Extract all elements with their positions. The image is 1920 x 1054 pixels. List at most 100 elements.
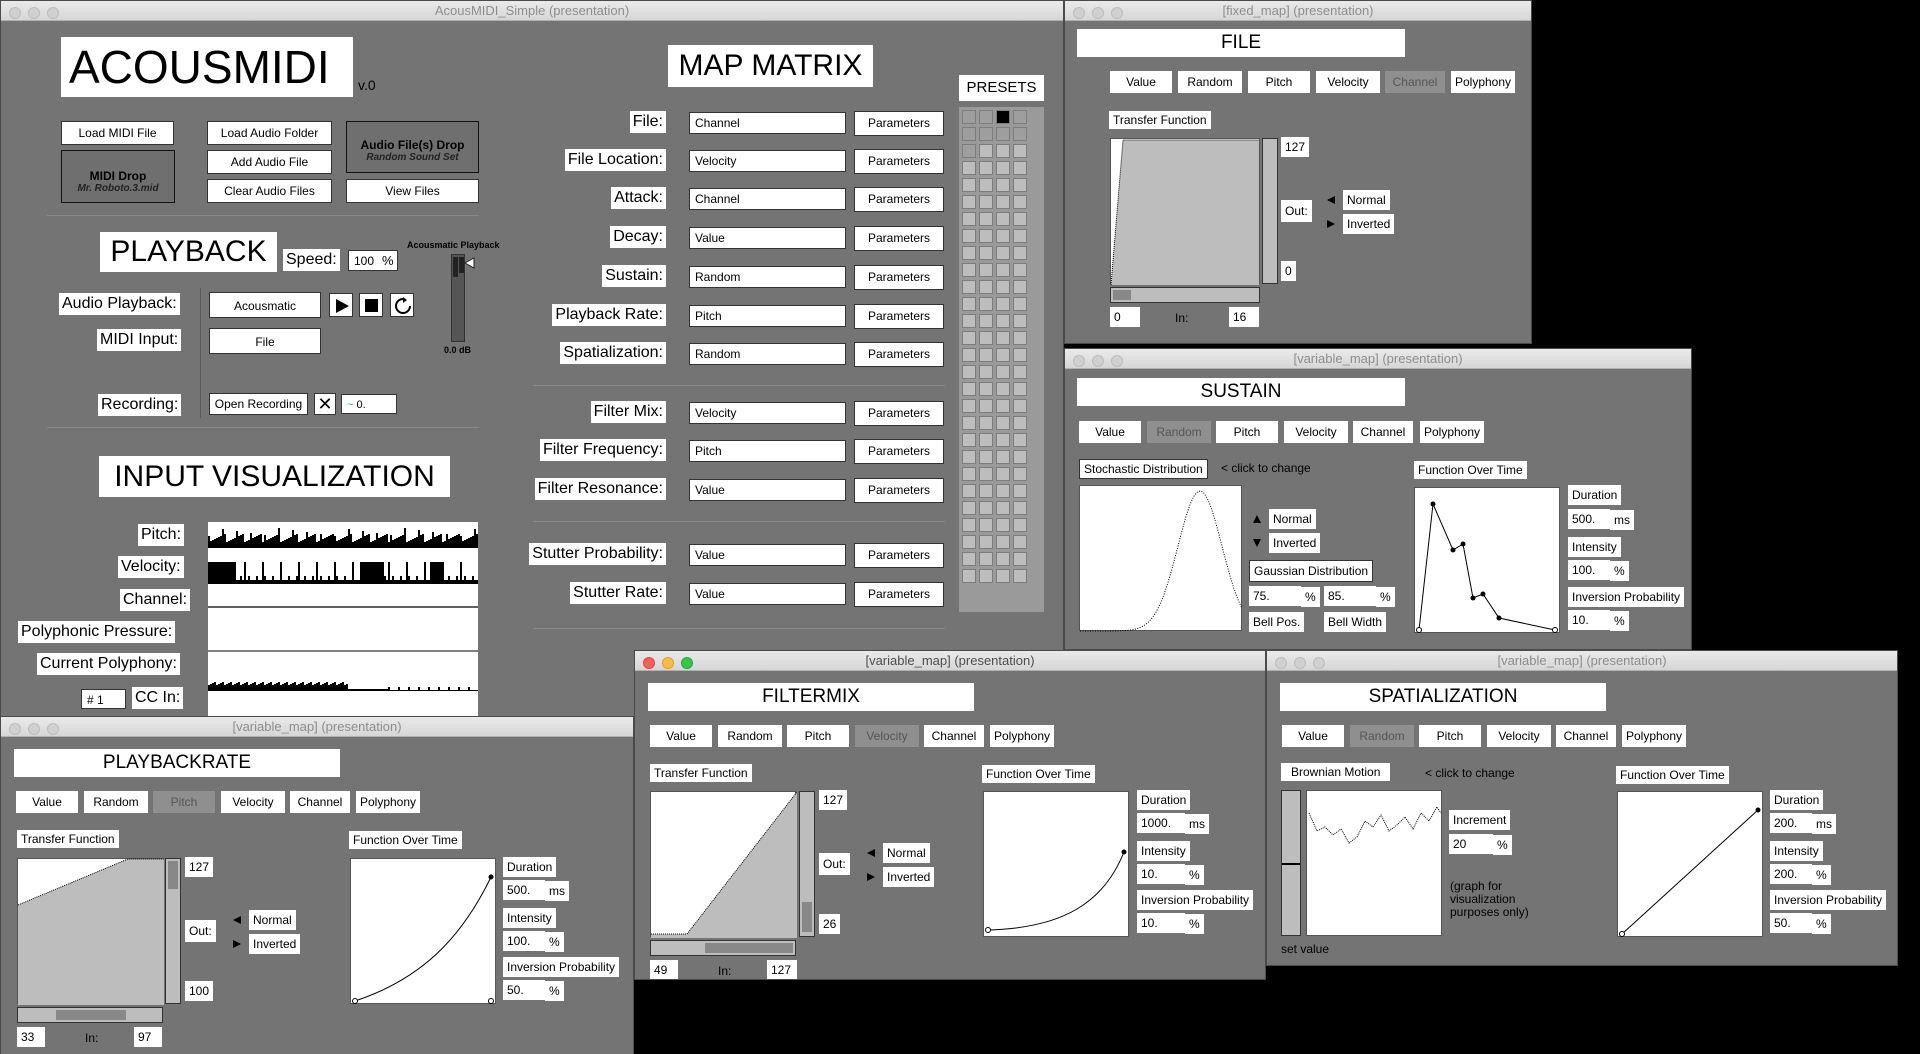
preset-slot[interactable] [962, 144, 976, 158]
preset-slot[interactable] [979, 246, 993, 260]
preset-slot[interactable] [979, 348, 993, 362]
inv-prob-field[interactable]: 50. [503, 980, 545, 1000]
preset-slot[interactable] [996, 331, 1010, 345]
minimize-icon[interactable] [1294, 657, 1306, 669]
tab-random[interactable]: Random [1350, 725, 1414, 747]
preset-slot[interactable] [962, 246, 976, 260]
loop-button[interactable] [390, 293, 414, 317]
intensity-field[interactable]: 100. [503, 931, 545, 951]
duration-field[interactable]: 200. [1770, 813, 1812, 833]
preset-slot[interactable] [962, 433, 976, 447]
preset-slot[interactable] [979, 552, 993, 566]
preset-slot[interactable] [979, 484, 993, 498]
preset-slot[interactable] [1013, 518, 1027, 532]
preset-slot[interactable] [1013, 229, 1027, 243]
spatialization-titlebar[interactable]: [variable_map] (presentation) [1267, 651, 1897, 671]
inverted-arrow-icon[interactable] [1253, 539, 1261, 547]
map-row-source-menu[interactable]: Value [689, 479, 846, 501]
preset-slot[interactable] [996, 263, 1010, 277]
preset-slot[interactable] [1013, 331, 1027, 345]
preset-slot[interactable] [962, 518, 976, 532]
inverted-option[interactable]: Inverted [1343, 214, 1395, 234]
preset-slot[interactable] [996, 314, 1010, 328]
play-button[interactable] [329, 293, 353, 317]
bell-pos-field[interactable]: 75. [1249, 586, 1301, 606]
preset-slot[interactable] [962, 161, 976, 175]
inverted-arrow-icon[interactable] [1327, 220, 1335, 228]
preset-slot[interactable] [1013, 450, 1027, 464]
preset-slot[interactable] [996, 365, 1010, 379]
preset-slot[interactable] [1013, 382, 1027, 396]
out-max[interactable]: 127 [819, 790, 848, 810]
preset-slot[interactable] [1013, 195, 1027, 209]
preset-slot[interactable] [979, 450, 993, 464]
preset-slot[interactable] [996, 467, 1010, 481]
set-value-slider[interactable] [1281, 790, 1301, 936]
map-row-parameters-button[interactable]: Parameters [854, 226, 944, 251]
preset-slot[interactable] [979, 127, 993, 141]
map-row-source-menu[interactable]: Random [689, 266, 846, 288]
preset-slot[interactable] [962, 467, 976, 481]
normal-option[interactable]: Normal [1269, 509, 1316, 529]
map-row-source-menu[interactable]: Random [689, 343, 846, 365]
close-icon[interactable] [643, 657, 655, 669]
map-row-source-menu[interactable]: Value [689, 227, 846, 249]
tab-random[interactable]: Random [1147, 421, 1211, 443]
preset-slot[interactable] [979, 263, 993, 277]
in-max[interactable]: 127 [767, 960, 797, 979]
preset-slot[interactable] [962, 552, 976, 566]
preset-slot[interactable] [1013, 161, 1027, 175]
preset-slot[interactable] [996, 297, 1010, 311]
transfer-graph[interactable] [17, 858, 164, 1005]
preset-slot[interactable] [996, 382, 1010, 396]
normal-option[interactable]: Normal [883, 843, 930, 863]
preset-slot[interactable] [962, 331, 976, 345]
map-row-source-menu[interactable]: Channel [689, 112, 846, 134]
tab-pitch[interactable]: Pitch [153, 791, 215, 813]
view-files-button[interactable]: View Files [346, 179, 479, 203]
preset-slot[interactable] [996, 348, 1010, 362]
preset-slot[interactable] [996, 552, 1010, 566]
tab-channel[interactable]: Channel [1385, 71, 1445, 93]
preset-slot[interactable] [996, 144, 1010, 158]
tab-random[interactable]: Random [718, 725, 782, 747]
preset-slot[interactable] [1013, 535, 1027, 549]
tab-pitch[interactable]: Pitch [1216, 421, 1278, 443]
duration-field[interactable]: 500. [1568, 509, 1610, 529]
recording-value[interactable]: ~ 0. [341, 394, 397, 414]
preset-slot[interactable] [962, 569, 976, 583]
map-row-parameters-button[interactable]: Parameters [854, 439, 944, 464]
preset-slot[interactable] [1013, 280, 1027, 294]
preset-slot[interactable] [996, 433, 1010, 447]
preset-slot[interactable] [996, 535, 1010, 549]
map-row-parameters-button[interactable]: Parameters [854, 401, 944, 426]
in-max[interactable]: 97 [134, 1027, 162, 1047]
fot-graph[interactable] [1414, 487, 1560, 633]
in-min[interactable]: 0 [1110, 307, 1140, 327]
preset-slot[interactable] [962, 501, 976, 515]
preset-slot[interactable] [1013, 416, 1027, 430]
fot-graph[interactable] [350, 858, 496, 1004]
inverted-option[interactable]: Inverted [1269, 533, 1321, 553]
preset-slot[interactable] [1013, 263, 1027, 277]
map-row-parameters-button[interactable]: Parameters [854, 111, 944, 136]
increment-field[interactable]: 20 [1449, 834, 1493, 854]
preset-slot[interactable] [1013, 433, 1027, 447]
tab-channel[interactable]: Channel [1556, 725, 1616, 747]
in-range-slider[interactable] [17, 1007, 163, 1023]
preset-slot[interactable] [996, 246, 1010, 260]
clear-audio-files-button[interactable]: Clear Audio Files [207, 179, 332, 203]
tab-velocity[interactable]: Velocity [855, 725, 919, 747]
tab-velocity[interactable]: Velocity [1316, 71, 1380, 93]
tab-polyphony[interactable]: Polyphony [1451, 71, 1515, 93]
tab-velocity[interactable]: Velocity [1284, 421, 1348, 443]
sustain-titlebar[interactable]: [variable_map] (presentation) [1065, 349, 1691, 369]
motion-menu[interactable]: Brownian Motion [1281, 763, 1391, 781]
normal-arrow-icon[interactable] [1253, 515, 1261, 523]
preset-slot[interactable] [979, 433, 993, 447]
preset-slot[interactable] [1013, 552, 1027, 566]
preset-slot[interactable] [979, 229, 993, 243]
zoom-icon[interactable] [1111, 7, 1123, 19]
preset-slot[interactable] [1013, 212, 1027, 226]
inverted-option[interactable]: Inverted [249, 934, 301, 954]
